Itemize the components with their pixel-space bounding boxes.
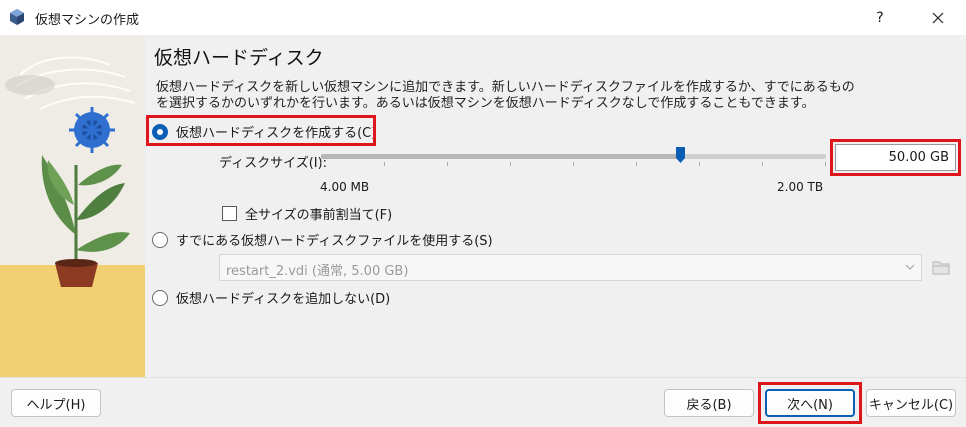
highlight-create-disk <box>146 115 376 146</box>
radio-use-existing-label: すでにある仮想ハードディスクファイルを使用する(S) <box>176 234 493 249</box>
slider-tick <box>384 162 385 166</box>
slider-tick <box>447 162 448 166</box>
disk-size-slider-handle[interactable] <box>675 146 686 164</box>
cancel-button[interactable]: キャンセル(C) <box>866 389 956 417</box>
back-button-label: 戻る(B) <box>686 397 732 413</box>
radio-use-existing[interactable]: すでにある仮想ハードディスクファイルを使用する(S) <box>152 230 493 249</box>
close-icon <box>932 12 944 23</box>
highlight-disk-size <box>830 139 961 176</box>
radio-use-existing-indicator[interactable] <box>152 231 168 248</box>
title-bar: 仮想マシンの作成 ? <box>0 0 966 35</box>
virtualbox-icon <box>10 9 24 25</box>
window-title: 仮想マシンの作成 <box>35 13 140 28</box>
slider-tick <box>825 162 826 166</box>
folder-icon[interactable] <box>930 256 952 278</box>
slider-max-label: 2.00 TB <box>777 180 824 194</box>
cancel-button-label: キャンセル(C) <box>868 397 954 413</box>
help-button[interactable]: ヘルプ(H) <box>11 389 101 417</box>
close-button[interactable] <box>918 0 958 35</box>
slider-tick <box>321 162 322 166</box>
slider-min-label: 4.00 MB <box>320 180 370 194</box>
disk-size-slider-track[interactable] <box>321 154 826 159</box>
radio-no-disk-indicator[interactable] <box>152 289 168 306</box>
back-button[interactable]: 戻る(B) <box>664 389 754 417</box>
slider-tick <box>573 162 574 166</box>
slider-tick <box>636 162 637 166</box>
wizard-illustration <box>0 35 145 377</box>
help-button-label: ヘルプ(H) <box>26 397 86 413</box>
slider-tick <box>699 162 700 166</box>
slider-tick <box>510 162 511 166</box>
help-title-label: ? <box>876 9 884 26</box>
disk-size-label: ディスクサイズ(I): <box>219 156 328 171</box>
help-title-button[interactable]: ? <box>862 0 898 35</box>
existing-file-value: restart_2.vdi (通常, 5.00 GB) <box>226 264 409 279</box>
radio-no-disk-label: 仮想ハードディスクを追加しない(D) <box>176 292 391 307</box>
disk-size-slider-fill <box>321 154 678 159</box>
page-title: 仮想ハードディスク <box>154 47 324 69</box>
slider-tick <box>762 162 763 166</box>
preallocate-checkbox-row[interactable]: 全サイズの事前割当て(F) <box>222 204 392 223</box>
page-description: 仮想ハードディスクを新しい仮想マシンに追加できます。新しいハードディスクファイル… <box>156 80 855 111</box>
preallocate-checkbox[interactable] <box>222 206 237 221</box>
existing-file-select[interactable]: restart_2.vdi (通常, 5.00 GB) <box>219 254 922 281</box>
chevron-down-icon <box>905 264 915 270</box>
highlight-next-button <box>758 382 862 424</box>
radio-no-disk[interactable]: 仮想ハードディスクを追加しない(D) <box>152 288 390 307</box>
preallocate-label: 全サイズの事前割当て(F) <box>245 208 393 223</box>
